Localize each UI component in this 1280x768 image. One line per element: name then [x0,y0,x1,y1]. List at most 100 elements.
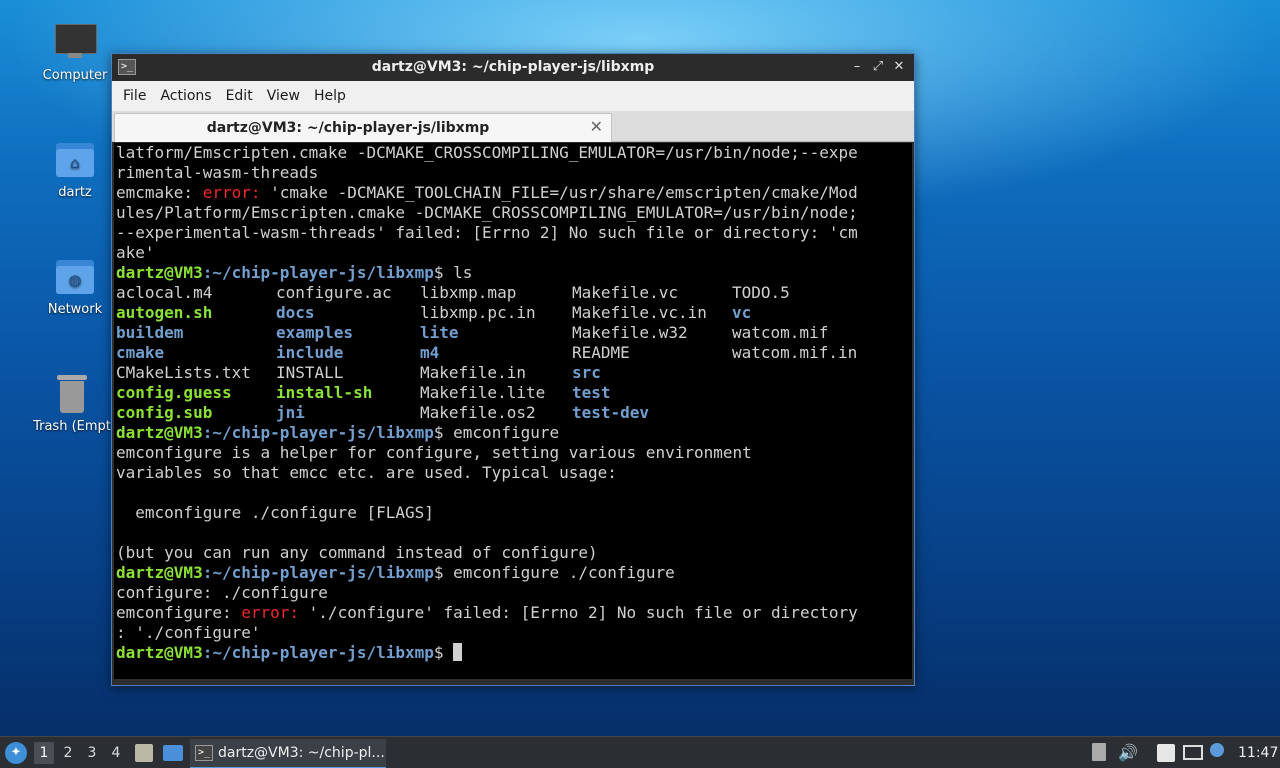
clipboard-icon[interactable] [1157,744,1175,762]
workspace-3[interactable]: 3 [82,742,102,764]
ls-entry: m4 [420,343,440,362]
output-line: ules/Platform/Emscripten.cmake -DCMAKE_C… [116,203,858,222]
ls-row: autogen.sh docs libxmp.pc.in Makefile.vc.in… [116,303,912,323]
task-terminal-button[interactable]: >_ dartz@VM3: ~/chip-pl... [190,739,386,768]
scroll-up-icon[interactable] [1092,743,1106,761]
desktop-icon-label: Computer [42,68,108,83]
output-line: latform/Emscripten.cmake -DCMAKE_CROSSCO… [116,143,858,162]
notification-icon[interactable] [1210,743,1224,757]
ls-entry: README [572,343,630,362]
desktop-icon-home[interactable]: ⌂ dartz [25,139,125,200]
menu-edit[interactable]: Edit [219,88,260,104]
output-line: --experimental-wasm-threads' failed: [Er… [116,223,858,242]
ls-row: config.sub jni Makefile.os2 test-dev [116,403,912,423]
error-text: error: [202,183,261,202]
desktop-icon-network[interactable]: ◍ Network [25,256,125,317]
home-folder-icon: ⌂ [54,139,96,181]
trash-icon [51,373,93,415]
text-cursor [453,643,463,661]
ls-entry: install-sh [276,383,373,402]
ls-entry: test-dev [572,403,650,422]
ls-entry: config.guess [116,383,232,402]
output-line: variables so that emcc etc. are used. Ty… [116,463,617,482]
desktop-icon-computer[interactable]: Computer [25,22,125,83]
menu-help[interactable]: Help [307,88,353,104]
ls-entry: lite [420,323,459,342]
workspace-1[interactable]: 1 [34,742,54,764]
ls-entry: jni [276,403,305,422]
desktop-icon-label: dartz [58,185,92,200]
minimize-button[interactable]: – [848,58,866,76]
taskbar: ✦ 1 2 3 4 >_ dartz@VM3: ~/chip-pl... 🔊 1… [0,736,1280,768]
ls-entry: libxmp.pc.in [420,303,536,322]
output-line: emconfigure: error: './configure' failed… [116,603,858,622]
ls-entry: configure.ac [276,283,392,302]
task-label: dartz@VM3: ~/chip-pl... [218,745,385,761]
ls-entry: Makefile.vc.in [572,303,707,322]
ls-entry: aclocal.m4 [116,283,213,302]
ls-entry: config.sub [116,403,213,422]
ls-entry: include [276,343,344,362]
menu-view[interactable]: View [260,88,307,104]
ls-entry: Makefile.in [420,363,526,382]
start-menu-icon[interactable]: ✦ [5,742,27,764]
prompt-line: dartz@VM3:~/chip-player-js/libxmp$ emcon… [116,563,675,582]
ls-entry: Makefile.os2 [420,403,536,422]
desktop-icon-trash[interactable]: Trash (Empt [22,373,122,434]
ls-entry: Makefile.vc [572,283,678,302]
prompt-line: dartz@VM3:~/chip-player-js/libxmp$ ls [116,263,473,282]
maximize-button[interactable]: ⤢ [869,58,887,76]
ls-entry: Makefile.w32 [572,323,688,342]
ls-entry: src [572,363,601,382]
window-titlebar[interactable]: >_ dartz@VM3: ~/chip-player-js/libxmp – … [112,54,914,81]
window-title: dartz@VM3: ~/chip-player-js/libxmp [371,59,655,75]
workspace-4[interactable]: 4 [106,742,126,764]
ls-row: aclocal.m4 configure.ac libxmp.map Makefile… [116,283,912,303]
output-line: : './configure' [116,623,261,642]
network-folder-icon: ◍ [54,256,96,298]
ls-entry: INSTALL [276,363,344,382]
terminal-window: >_ dartz@VM3: ~/chip-player-js/libxmp – … [111,53,915,686]
ls-listing: aclocal.m4 configure.ac libxmp.map Makefile… [116,283,912,423]
ls-row: CMakeLists.txt INSTALL Makefile.in src [116,363,912,383]
command-text: emconfigure ./configure [453,563,675,582]
terminal-tab[interactable]: dartz@VM3: ~/chip-player-js/libxmp ✕ [114,113,612,142]
tab-close-button[interactable]: ✕ [590,117,603,136]
ls-entry: vc [732,303,752,322]
close-button[interactable]: ✕ [890,58,908,76]
ls-entry: docs [276,303,315,322]
file-manager-icon[interactable] [135,744,153,762]
ls-entry: test [572,383,611,402]
output-line: configure: ./configure [116,583,328,602]
menu-bar: File Actions Edit View Help [112,81,914,111]
menu-actions[interactable]: Actions [153,88,218,104]
volume-icon[interactable]: 🔊 [1118,737,1138,768]
output-line: emconfigure is a helper for configure, s… [116,443,752,462]
terminal-output[interactable]: latform/Emscripten.cmake -DCMAKE_CROSSCO… [114,143,912,679]
ls-row: buildem examples lite Makefile.w32 watcom.mi… [116,323,912,343]
command-text: ls [453,263,473,282]
ls-entry: cmake [116,343,165,362]
output-line: emcmake: error: 'cmake -DCMAKE_TOOLCHAIN… [116,183,858,202]
prompt-line: dartz@VM3:~/chip-player-js/libxmp$ emcon… [116,423,560,442]
output-line: ake' [116,243,155,262]
ls-entry: autogen.sh [116,303,213,322]
tab-label: dartz@VM3: ~/chip-player-js/libxmp [206,120,490,136]
ls-entry: watcom.mif [732,323,829,342]
ls-entry: buildem [116,323,184,342]
terminal-icon: >_ [195,745,213,761]
desktop-icon-label: Network [47,302,103,317]
computer-icon [54,22,97,64]
ls-entry: watcom.mif.in [732,343,858,362]
workspace-2[interactable]: 2 [58,742,78,764]
show-desktop-icon[interactable] [163,745,183,761]
ls-entry: CMakeLists.txt [116,363,251,382]
ls-entry: libxmp.map [420,283,517,302]
desktop-icon-label: Trash (Empt [33,419,111,434]
clock[interactable]: 11:47 [1238,737,1278,768]
network-icon[interactable] [1183,745,1203,760]
output-line: (but you can run any command instead of … [116,543,598,562]
menu-file[interactable]: File [116,88,153,104]
